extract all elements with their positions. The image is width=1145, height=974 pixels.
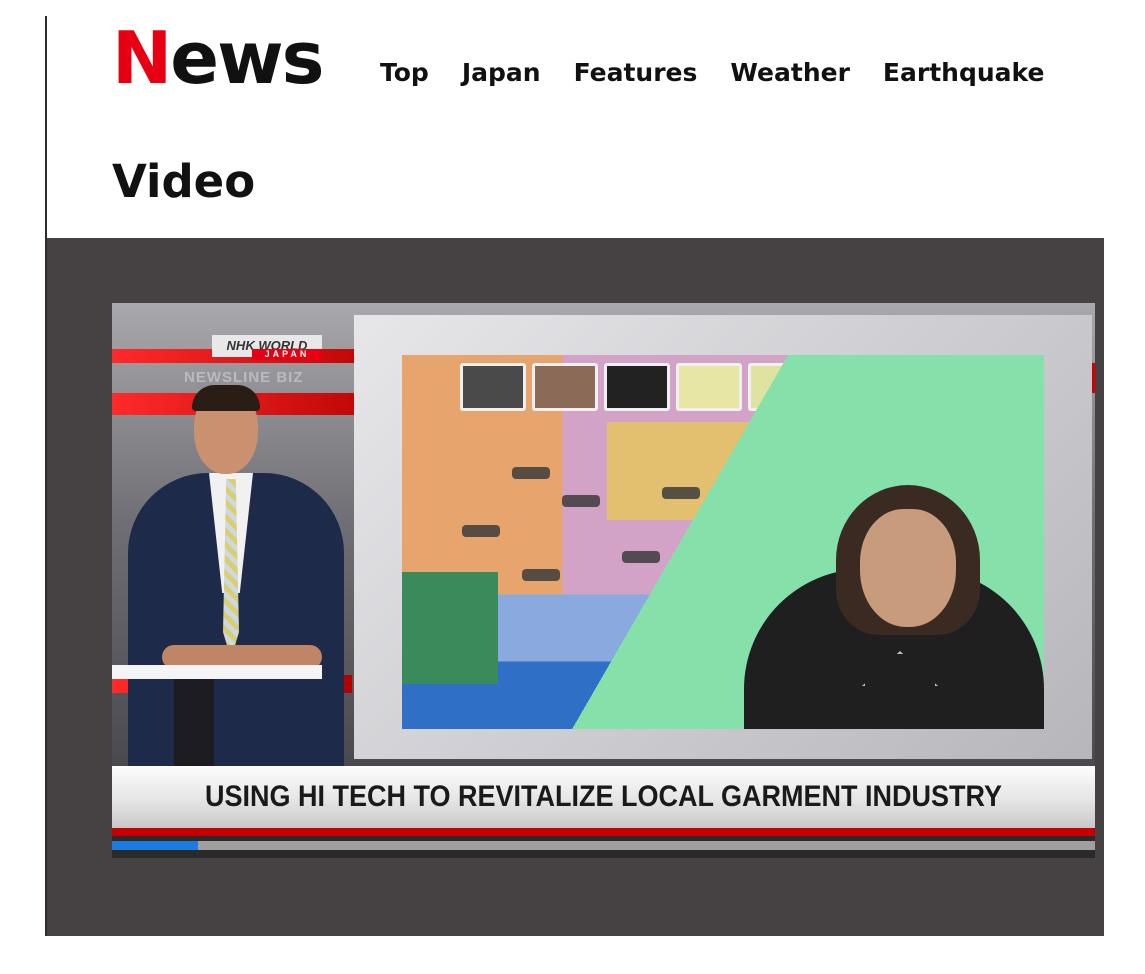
video-progress-bar[interactable] bbox=[112, 841, 1095, 850]
nav-top[interactable]: Top bbox=[380, 58, 429, 87]
logo-rest: ews bbox=[170, 16, 324, 100]
channel-sub-label: JAPAN bbox=[252, 349, 322, 360]
video-player[interactable]: NHK WORLD JAPAN NEWSLINE BIZ USING HI TE… bbox=[112, 303, 1095, 858]
anchor-hair bbox=[192, 385, 260, 411]
nav-weather[interactable]: Weather bbox=[730, 58, 850, 87]
video-section: NHK WORLD JAPAN NEWSLINE BIZ USING HI TE… bbox=[47, 238, 1104, 936]
interviewee-face bbox=[860, 509, 956, 627]
banner-red-strip bbox=[112, 828, 1095, 836]
anchor-desk-stand bbox=[174, 679, 214, 775]
video-progress-fill bbox=[112, 841, 198, 850]
monitor-screen bbox=[402, 355, 1044, 729]
studio-monitor bbox=[354, 315, 1092, 759]
nav-features[interactable]: Features bbox=[574, 58, 698, 87]
news-logo[interactable]: News bbox=[112, 22, 324, 94]
logo-first-letter: N bbox=[112, 16, 172, 100]
nav-earthquake[interactable]: Earthquake bbox=[883, 58, 1045, 87]
video-headline: USING HI TECH TO REVITALIZE LOCAL GARMEN… bbox=[204, 780, 1003, 813]
interviewee bbox=[744, 389, 1044, 729]
main-nav: Top Japan Features Weather Earthquake bbox=[380, 58, 1044, 87]
program-label: NEWSLINE BIZ bbox=[184, 369, 304, 386]
page-title: Video bbox=[112, 155, 256, 208]
nav-japan[interactable]: Japan bbox=[462, 58, 541, 87]
anchor-desk bbox=[112, 665, 322, 679]
